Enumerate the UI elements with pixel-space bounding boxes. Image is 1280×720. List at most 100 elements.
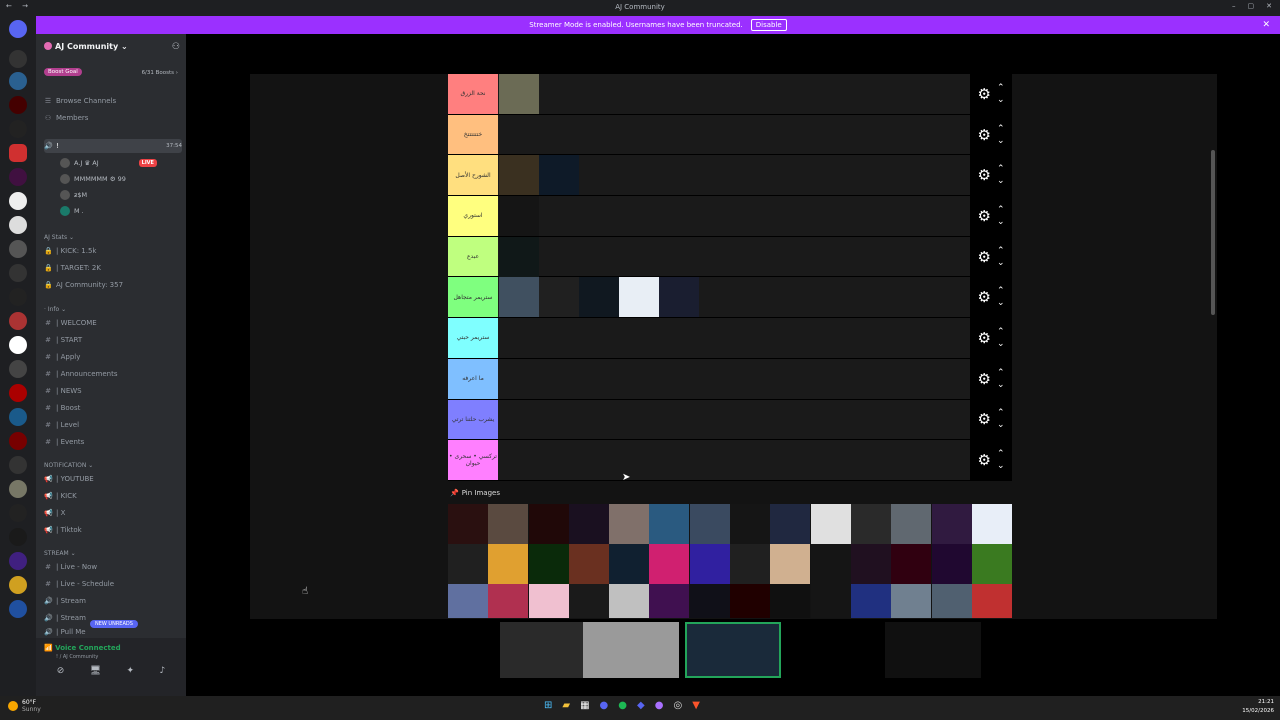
channel-item[interactable]: 📢 | YOUTUBE: [44, 472, 182, 486]
channel-item[interactable]: # | NEWS: [44, 384, 182, 398]
chevron-up-icon[interactable]: ⌃: [997, 407, 1005, 419]
tier-label[interactable]: استوري: [448, 196, 498, 236]
channel-item[interactable]: 🔒 | KICK: 1.5k: [44, 244, 182, 258]
tier-label[interactable]: نحة الزرق: [448, 74, 498, 114]
category-stats[interactable]: AJ Stats ⌄: [44, 230, 182, 244]
pool-image[interactable]: [971, 504, 1012, 544]
pool-image[interactable]: [810, 504, 851, 544]
system-tray[interactable]: 21:21 15/02/2026: [1242, 698, 1274, 716]
chevron-down-icon[interactable]: ⌄: [997, 379, 1005, 391]
pool-image[interactable]: [891, 584, 932, 618]
pool-image[interactable]: [649, 544, 690, 584]
stream-tile[interactable]: [685, 622, 781, 678]
tier-item-image[interactable]: [499, 277, 539, 318]
chevron-up-icon[interactable]: ⌃: [997, 204, 1005, 216]
category-notification[interactable]: NOTIFICATION ⌄: [44, 458, 182, 472]
pool-image[interactable]: [568, 544, 609, 584]
server-icon[interactable]: [9, 336, 27, 354]
pool-image[interactable]: [448, 584, 488, 618]
pool-image[interactable]: [488, 544, 529, 584]
server-icon[interactable]: [9, 552, 27, 570]
chevron-down-icon[interactable]: ⌄: [997, 175, 1005, 187]
voice-user[interactable]: ƶ$M: [60, 188, 87, 202]
pool-image[interactable]: [891, 504, 932, 544]
app-icon[interactable]: ◆: [637, 700, 645, 711]
server-icon[interactable]: [9, 480, 27, 498]
server-icon[interactable]: [9, 96, 27, 114]
pool-image[interactable]: [850, 544, 891, 584]
weather-widget[interactable]: 60°F Sunny: [8, 699, 41, 713]
pool-image[interactable]: [770, 504, 811, 544]
pool-image[interactable]: [448, 544, 488, 584]
voice-user[interactable]: MMMMMM ⚙ 99: [60, 172, 126, 186]
tier-item-image[interactable]: [579, 277, 619, 318]
server-icon[interactable]: [9, 168, 27, 186]
chevron-up-icon[interactable]: ⌃: [997, 326, 1005, 338]
pool-image[interactable]: [609, 504, 650, 544]
tier-label[interactable]: يشرب حلتنا ترتي: [448, 399, 498, 440]
pool-image[interactable]: [689, 504, 730, 544]
gear-icon[interactable]: ⚙: [978, 329, 991, 347]
channel-item[interactable]: # | Boost: [44, 401, 182, 415]
tier-item-image[interactable]: [499, 74, 539, 114]
tier-label[interactable]: ستريمر متجاهل: [448, 277, 498, 318]
gear-icon[interactable]: ⚙: [978, 166, 991, 184]
pool-image[interactable]: [810, 544, 851, 584]
gear-icon[interactable]: ⚙: [978, 207, 991, 225]
chevron-up-icon[interactable]: ⌃: [997, 448, 1005, 460]
pool-image[interactable]: [850, 584, 891, 618]
chevron-down-icon[interactable]: ⌄: [997, 419, 1005, 431]
chevron-up-icon[interactable]: ⌃: [997, 285, 1005, 297]
voice-user[interactable]: M .: [60, 204, 84, 218]
tier-label[interactable]: عبدع: [448, 236, 498, 277]
voice-user[interactable]: A.J ♛ AJ LIVE: [60, 156, 157, 170]
pool-image[interactable]: [931, 544, 972, 584]
pool-image[interactable]: [730, 504, 771, 544]
server-icon[interactable]: [9, 528, 27, 546]
channel-item[interactable]: 📢 | X: [44, 506, 182, 520]
server-icon[interactable]: [9, 360, 27, 378]
chevron-up-icon[interactable]: ⌃: [997, 245, 1005, 257]
channel-item[interactable]: 🔒 | TARGET: 2K: [44, 261, 182, 275]
voice-channel-current[interactable]: 🔊! 37:54: [44, 139, 182, 153]
gear-icon[interactable]: ⚙: [978, 410, 991, 428]
pool-image[interactable]: [528, 504, 569, 544]
pool-image[interactable]: [931, 504, 972, 544]
category-info[interactable]: · Info ⌄: [44, 302, 182, 316]
pool-image[interactable]: [568, 504, 609, 544]
tier-label[interactable]: الشورح الأصل: [448, 155, 498, 196]
soundboard-icon[interactable]: ♪: [160, 666, 166, 676]
channel-item[interactable]: # | Events: [44, 435, 182, 449]
server-icon[interactable]: [9, 312, 27, 330]
gear-icon[interactable]: ⚙: [978, 451, 991, 469]
pool-image[interactable]: [770, 584, 811, 618]
maximize-icon[interactable]: ▢: [1248, 2, 1255, 10]
gear-icon[interactable]: ⚙: [978, 85, 991, 103]
pool-image[interactable]: [971, 584, 1012, 618]
tier-label[interactable]: ما اعرفه: [448, 358, 498, 399]
server-icon[interactable]: [9, 72, 27, 90]
server-icon[interactable]: [9, 240, 27, 258]
chevron-down-icon[interactable]: ⌄: [997, 338, 1005, 350]
channel-item[interactable]: # | WELCOME: [44, 316, 182, 330]
camera-off-icon[interactable]: ⊘: [57, 666, 65, 676]
pool-image[interactable]: [528, 544, 569, 584]
pool-image[interactable]: [568, 584, 609, 618]
channel-item[interactable]: # | Apply: [44, 350, 182, 364]
server-icon-active[interactable]: [9, 144, 27, 162]
server-icon[interactable]: [9, 504, 27, 522]
pool-image[interactable]: [609, 544, 650, 584]
pool-image[interactable]: [730, 584, 771, 618]
pool-image[interactable]: [649, 504, 690, 544]
windows-start-icon[interactable]: ⊞: [544, 700, 552, 711]
members-item[interactable]: ⚇ Members: [44, 111, 182, 125]
pool-image[interactable]: [931, 584, 972, 618]
tier-item-image[interactable]: [659, 277, 699, 318]
server-icon[interactable]: [9, 576, 27, 594]
gear-icon[interactable]: ⚙: [978, 288, 991, 306]
file-explorer-icon[interactable]: ▰: [562, 700, 570, 711]
discord-home-icon[interactable]: [9, 20, 27, 38]
pool-image[interactable]: [448, 504, 488, 544]
channel-item[interactable]: # | Announcements: [44, 367, 182, 381]
pool-image[interactable]: [528, 584, 569, 618]
